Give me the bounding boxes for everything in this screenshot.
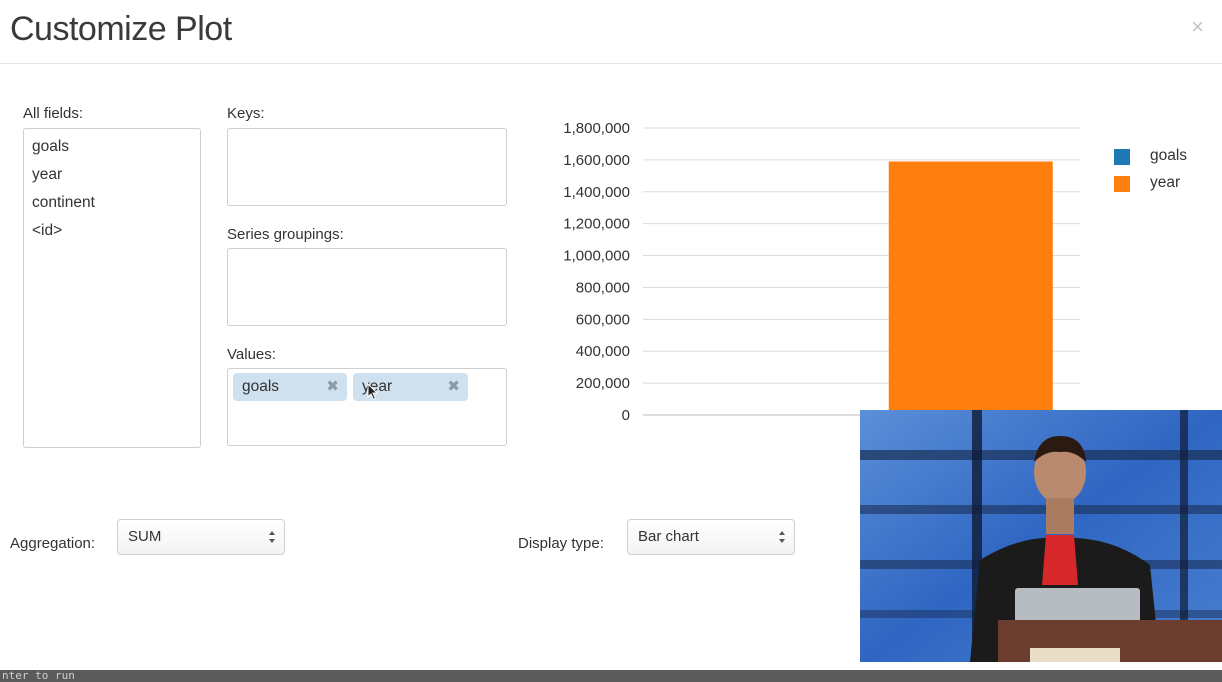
video-overlay [860,410,1222,662]
legend-label: goals [1150,147,1188,164]
series-groupings-dropzone[interactable] [227,248,507,326]
bar-chart: 1,800,000 1,600,000 1,400,000 1,200,000 1,00… [563,120,1080,424]
remove-icon[interactable]: ✖ [447,373,460,401]
bar-year[interactable] [888,161,1053,415]
close-button[interactable]: × [1191,16,1204,38]
y-axis-ticks: 1,800,000 1,600,000 1,400,000 1,200,000 1,00… [563,120,630,424]
presenter-video-image [860,410,1222,662]
keys-label: Keys: [227,105,265,122]
y-tick-label: 1,600,000 [563,152,630,169]
y-tick-label: 1,400,000 [563,184,630,201]
y-tick-label: 1,800,000 [563,120,630,137]
y-tick-label: 800,000 [576,279,630,296]
status-text: nter to run [2,669,75,682]
display-type-label: Display type: [518,535,604,552]
values-label: Values: [227,346,276,363]
select-arrows-icon [269,531,275,543]
all-fields-label: All fields: [23,105,84,122]
value-chip-goals[interactable]: goals ✖ [233,373,347,401]
y-tick-label: 600,000 [576,311,630,328]
field-item-year[interactable]: year [32,161,192,189]
remove-icon[interactable]: ✖ [326,373,339,401]
legend-swatch [1114,149,1130,165]
keys-dropzone[interactable] [227,128,507,206]
value-chip-label: goals [242,378,280,395]
aggregation-label: Aggregation: [10,535,96,552]
select-arrows-icon [779,531,785,543]
series-groupings-label: Series groupings: [227,226,344,243]
aggregation-value: SUM [128,528,162,545]
chart-bars [888,161,1053,415]
all-fields-list[interactable]: goals year continent <id> [23,128,201,448]
y-tick-label: 400,000 [576,343,630,360]
y-tick-label: 200,000 [576,375,630,392]
modal-title: Customize Plot [10,10,232,48]
aggregation-select[interactable]: SUM [117,519,285,555]
bottom-status-bar: nter to run [0,670,1222,682]
field-item-continent[interactable]: continent [32,189,192,217]
mouse-cursor-icon [367,383,379,401]
modal-header: Customize Plot × [0,0,1222,64]
legend-label: year [1150,174,1181,191]
y-tick-label: 1,200,000 [563,216,630,233]
display-type-value: Bar chart [638,528,699,545]
values-dropzone[interactable]: goals ✖ year ✖ [227,368,507,446]
y-tick-label: 0 [622,407,630,424]
field-item-id[interactable]: <id> [32,217,192,245]
field-item-goals[interactable]: goals [32,133,192,161]
legend-swatch [1114,176,1130,192]
y-tick-label: 1,000,000 [563,248,630,265]
display-type-select[interactable]: Bar chart [627,519,795,555]
